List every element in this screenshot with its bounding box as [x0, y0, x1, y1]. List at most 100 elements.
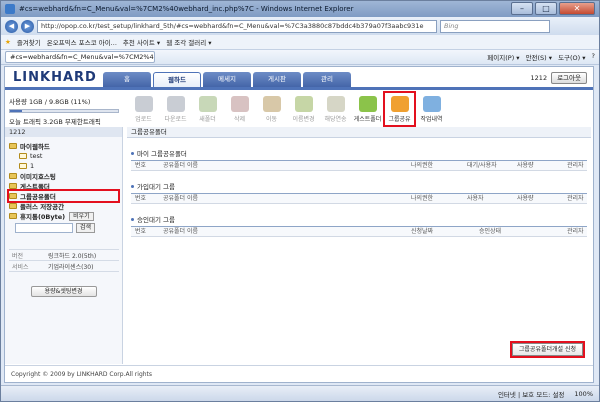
toolbar-label: 게스트폴더: [353, 116, 382, 123]
tree-item[interactable]: 플러스 저장공간: [9, 201, 118, 211]
address-bar-row: ◀ ▶ http://opop.co.kr/test_setup/linkhar…: [1, 17, 599, 35]
section-title: 가입대기 그룹: [131, 181, 587, 191]
logout-button[interactable]: 로그아웃: [551, 72, 587, 84]
table-header: 번호 공유폴더 이름 신청날짜 승인상태 관리자: [131, 226, 587, 237]
favorites-button[interactable]: 즐겨찾기: [17, 37, 41, 47]
new-folder-icon: [198, 96, 217, 112]
toolbar-button-group-share[interactable]: 그룹공유: [383, 91, 416, 127]
section-title-text: 승인대기 그룹: [137, 216, 175, 224]
download-icon: [166, 96, 185, 112]
toolbar-button-download[interactable]: 다운로드: [161, 93, 190, 125]
move-icon: [262, 96, 281, 112]
column-header[interactable]: 대기/사용자: [467, 161, 497, 171]
column-header[interactable]: 나의권한: [411, 194, 433, 204]
close-button[interactable]: ✕: [559, 2, 595, 15]
tab-webhard[interactable]: 웹하드: [153, 72, 201, 87]
info-key: 버전: [9, 249, 45, 261]
transfer-icon: [326, 96, 345, 112]
toolbar-button-upload[interactable]: 업로드: [129, 93, 158, 125]
column-header[interactable]: 번호: [135, 161, 146, 171]
fav-item[interactable]: 추천 사이트 ▾: [123, 37, 160, 47]
tab-home[interactable]: 홈: [103, 72, 151, 87]
minimize-button[interactable]: –: [511, 2, 533, 15]
tree-item[interactable]: 이미지호스팅: [9, 171, 118, 181]
column-header[interactable]: 사용량: [517, 194, 534, 204]
toolbar-label: 해당연송: [324, 116, 347, 123]
usage-bar: [9, 109, 119, 113]
folder-icon: [9, 193, 17, 199]
info-value: 링크하드 2.0(5th): [45, 249, 119, 261]
address-input[interactable]: http://opop.co.kr/test_setup/linkhard_5t…: [37, 19, 437, 33]
folder-icon: [9, 203, 17, 209]
info-key: 서비스: [9, 260, 45, 272]
sidebar-search-button[interactable]: 검색: [76, 223, 96, 233]
safety-menu[interactable]: 안전(S) ▾: [526, 52, 553, 62]
column-header[interactable]: 사용량: [517, 161, 534, 171]
zone-status: 인터넷 | 보호 모드: 설정: [497, 390, 565, 399]
fav-item[interactable]: 웹 조각 갤러리 ▾: [166, 37, 211, 47]
toolbar-button-history[interactable]: 작업내역: [417, 93, 446, 125]
settings-button[interactable]: 용량&셋팅변경: [30, 286, 97, 297]
help-menu[interactable]: ?: [592, 52, 595, 62]
browser-tab[interactable]: #cs=webhard&fn=C_Menu&val=%7CM2%40webhar…: [5, 51, 155, 63]
tree-item[interactable]: 1: [9, 161, 118, 171]
tree-item[interactable]: 마이웹하드: [9, 141, 118, 151]
main-head: 그룹공유폴더: [127, 127, 591, 138]
app-tabs: 홈 웹하드 메세지 게시판 관리: [103, 72, 351, 87]
favorites-star-icon: ★: [5, 38, 11, 46]
folder-icon: [9, 213, 17, 219]
column-header[interactable]: 공유폴더 이름: [163, 194, 198, 204]
tab-admin[interactable]: 관리: [303, 72, 351, 87]
folder-tree: 마이웹하드 test 1 이미지호스팅 게스트폴더 그룹공유폴더 플러스 저장공간 휴지통(0…: [5, 137, 122, 221]
tools-menu[interactable]: 도구(O) ▾: [558, 52, 585, 62]
column-header[interactable]: 나의권한: [411, 161, 433, 171]
search-input[interactable]: Bing: [440, 19, 550, 33]
toolbar-button-guest-folder[interactable]: 게스트폴더: [353, 93, 382, 125]
tab-board[interactable]: 게시판: [253, 72, 301, 87]
group-section: 마이 그룹공유폴더 번호 공유폴더 이름 나의권한 대기/사용자 사용량 관리자: [127, 148, 591, 171]
toolbar-button-delete[interactable]: 삭제: [225, 93, 254, 125]
column-header[interactable]: 승인상태: [479, 227, 501, 237]
column-header[interactable]: 공유폴더 이름: [163, 227, 198, 237]
column-header[interactable]: 번호: [135, 194, 146, 204]
zoom-level[interactable]: 100%: [574, 390, 593, 398]
section-list: 마이 그룹공유폴더 번호 공유폴더 이름 나의권한 대기/사용자 사용량 관리자 가입대기 그…: [127, 148, 591, 237]
empty-trash-button[interactable]: 비우기: [69, 211, 94, 221]
logo: LINKHARD: [13, 70, 97, 85]
column-header[interactable]: 관리자: [567, 194, 584, 204]
fav-item[interactable]: 온오프믹스 포스코 아이...: [47, 37, 117, 47]
sidebar-search-input[interactable]: [15, 223, 73, 233]
maximize-button[interactable]: □: [535, 2, 557, 15]
column-header[interactable]: 관리자: [567, 227, 584, 237]
tree-item[interactable]: 그룹공유폴더: [7, 189, 120, 203]
column-header[interactable]: 신청날짜: [411, 227, 433, 237]
tree-item[interactable]: 휴지통(0Byte) 비우기: [9, 211, 118, 221]
forward-button[interactable]: ▶: [21, 19, 34, 33]
tab-message[interactable]: 메세지: [203, 72, 251, 87]
tree-item[interactable]: 게스트폴더: [9, 181, 118, 191]
toolbar-button-transfer[interactable]: 해당연송: [321, 93, 350, 125]
column-header[interactable]: 공유폴더 이름: [163, 161, 198, 171]
toolbar-label: 이동: [265, 116, 278, 123]
apply-group-folder-button[interactable]: 그룹공유폴더개설 신청: [509, 341, 586, 358]
tree-item-label: 마이웹하드: [20, 143, 50, 151]
toolbar-label: 작업내역: [420, 116, 443, 123]
tree-item-label: test: [30, 152, 43, 160]
title-bar: #cs=webhard&fn=C_Menu&val=%7CM2%40webhar…: [1, 1, 599, 17]
page-menu[interactable]: 페이지(P) ▾: [487, 52, 519, 62]
bullet-icon: [131, 151, 134, 155]
traffic-text: 오늘 트래픽 3.2GB 무제한트래픽: [9, 118, 101, 126]
back-button[interactable]: ◀: [5, 19, 18, 33]
column-header[interactable]: 번호: [135, 227, 146, 237]
tree-item-label: 휴지통(0Byte): [20, 213, 66, 221]
toolbar-button-move[interactable]: 이동: [257, 93, 286, 125]
group-section: 승인대기 그룹번호 공유폴더 이름 신청날짜 승인상태 관리자: [127, 214, 591, 237]
upload-icon: [134, 96, 153, 112]
column-header[interactable]: 관리자: [567, 161, 584, 171]
column-header[interactable]: 사용자: [467, 194, 484, 204]
bullet-icon: [131, 184, 134, 188]
ie-icon: [5, 4, 15, 14]
tree-item[interactable]: test: [9, 151, 118, 161]
toolbar-button-rename[interactable]: 이름변경: [289, 93, 318, 125]
toolbar-button-new-folder[interactable]: 새폴더: [193, 93, 222, 125]
